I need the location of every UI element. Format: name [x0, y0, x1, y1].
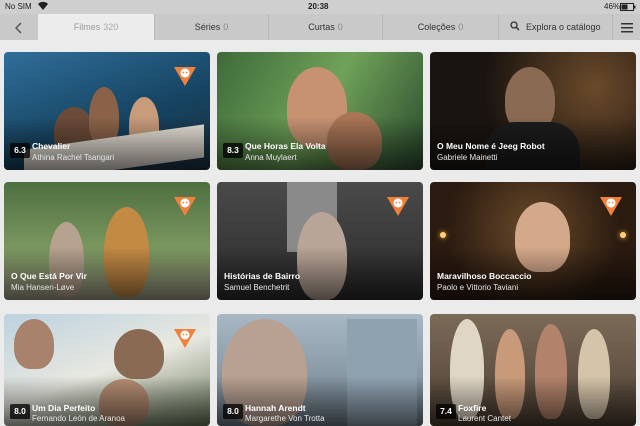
movie-title: Maravilhoso Boccaccio: [437, 271, 532, 281]
battery-percent: 46%: [604, 2, 621, 11]
search-button[interactable]: Explora o catálogo: [498, 14, 612, 40]
wifi-icon: [38, 1, 48, 12]
movie-title: Foxfire: [458, 403, 487, 413]
tab-series[interactable]: Séries 0: [154, 14, 268, 40]
movie-director: Samuel Benchetrit: [224, 283, 290, 292]
tab-count: 0: [223, 22, 229, 32]
movie-director: Mia Hansen-Løve: [11, 283, 75, 292]
top-navigation: Filmes 320 Séries 0 Curtas 0 Coleções 0 Expl…: [0, 14, 640, 40]
movie-director: Laurent Cantet: [458, 414, 511, 423]
movie-title: Hannah Arendt: [245, 403, 306, 413]
movie-director: Gabriele Mainetti: [437, 153, 498, 162]
movie-title: Um Dia Perfeito: [32, 403, 96, 413]
chevron-left-icon: [14, 22, 23, 34]
movie-director: Fernando León de Aranoa: [32, 414, 125, 423]
rating-badge: 7.4: [436, 404, 456, 419]
movie-card[interactable]: Maravilhoso Boccaccio Paolo e Vittorio T…: [430, 182, 636, 300]
hamburger-menu-icon: [620, 22, 633, 33]
curated-badge-icon: [385, 194, 411, 218]
tab-filmes[interactable]: Filmes 320: [38, 14, 154, 40]
movie-title: O Que Está Por Vir: [11, 271, 87, 281]
search-label: Explora o catálogo: [525, 22, 601, 32]
rating-badge: 8.3: [223, 143, 243, 158]
movie-card[interactable]: O Meu Nome é Jeeg Robot Gabriele Mainett…: [430, 52, 636, 170]
rating-badge: 8.0: [223, 404, 243, 419]
battery-icon: [620, 3, 636, 13]
movie-director: Anna Muylaert: [245, 153, 297, 162]
curated-badge-icon: [598, 194, 624, 218]
movie-card[interactable]: O Que Está Por Vir Mia Hansen-Løve: [4, 182, 210, 300]
movie-grid: 6.3 Chevalier Athina Rachel Tsangari 8.3…: [0, 40, 640, 426]
movie-card[interactable]: 8.0 Hannah Arendt Margarethe Von Trotta: [217, 314, 423, 426]
tab-count: 0: [337, 22, 343, 32]
movie-director: Margarethe Von Trotta: [245, 414, 325, 423]
rating-badge: 6.3: [10, 143, 30, 158]
clock: 20:38: [308, 2, 329, 11]
tab-label: Filmes: [73, 22, 101, 32]
movie-card[interactable]: 8.0 Um Dia Perfeito Fernando León de Ara…: [4, 314, 210, 426]
tab-colecoes[interactable]: Coleções 0: [382, 14, 498, 40]
rating-badge: 8.0: [10, 404, 30, 419]
carrier-label: No SIM: [5, 2, 32, 11]
movie-title: O Meu Nome é Jeeg Robot: [437, 141, 545, 151]
back-button[interactable]: [0, 14, 38, 40]
movie-title: Chevalier: [32, 141, 71, 151]
curated-badge-icon: [172, 326, 198, 350]
tab-label: Coleções: [417, 22, 456, 32]
movie-card[interactable]: 6.3 Chevalier Athina Rachel Tsangari: [4, 52, 210, 170]
movie-card[interactable]: 7.4 Foxfire Laurent Cantet: [430, 314, 636, 426]
curated-badge-icon: [172, 64, 198, 88]
movie-title: Que Horas Ela Volta: [245, 141, 326, 151]
movie-card[interactable]: 8.3 Que Horas Ela Volta Anna Muylaert: [217, 52, 423, 170]
tab-count: 0: [458, 22, 464, 32]
tab-label: Curtas: [308, 22, 335, 32]
tab-count: 320: [103, 22, 119, 32]
curated-badge-icon: [172, 194, 198, 218]
status-bar: No SIM 20:38 46%: [0, 0, 640, 14]
movie-director: Paolo e Vittorio Taviani: [437, 283, 519, 292]
tab-curtas[interactable]: Curtas 0: [268, 14, 382, 40]
tab-label: Séries: [194, 22, 221, 32]
movie-director: Athina Rachel Tsangari: [32, 153, 115, 162]
movie-card[interactable]: Histórias de Bairro Samuel Benchetrit: [217, 182, 423, 300]
movie-title: Histórias de Bairro: [224, 271, 301, 281]
search-icon: [510, 21, 523, 32]
menu-button[interactable]: [612, 14, 640, 40]
